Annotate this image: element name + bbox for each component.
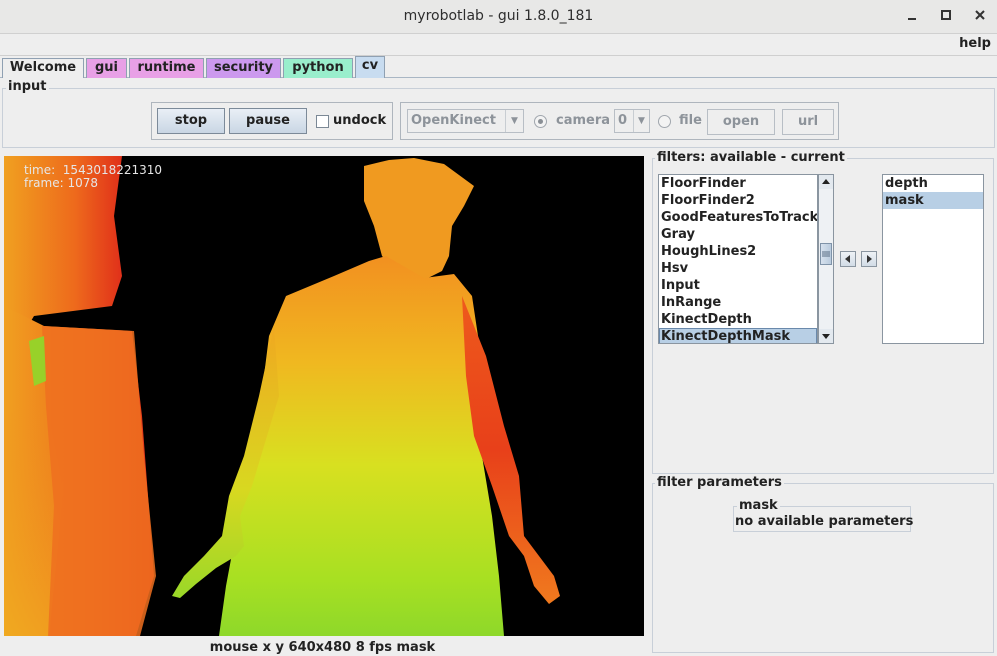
current-filters-list[interactable]: depth mask bbox=[882, 174, 984, 344]
tab-gui[interactable]: gui bbox=[86, 58, 127, 78]
file-radio[interactable] bbox=[658, 115, 671, 128]
current-filter-item[interactable]: mask bbox=[883, 192, 983, 209]
tab-welcome[interactable]: Welcome bbox=[2, 58, 84, 78]
time-value: 1543018221310 bbox=[62, 163, 163, 177]
available-filter-item[interactable]: InRange bbox=[659, 294, 817, 311]
mask-parameters-title: mask bbox=[737, 498, 780, 513]
tab-strip: Welcome gui runtime security python cv bbox=[0, 56, 997, 78]
menu-bar: help bbox=[0, 34, 997, 56]
no-parameters-message: no available parameters bbox=[735, 514, 914, 529]
pause-button[interactable]: pause bbox=[229, 108, 307, 134]
stop-button[interactable]: stop bbox=[157, 108, 225, 134]
tab-security[interactable]: security bbox=[206, 58, 281, 78]
scroll-up-button[interactable] bbox=[819, 175, 833, 189]
close-button[interactable] bbox=[970, 7, 990, 27]
camera-index-select[interactable]: 0 ▼ bbox=[614, 109, 650, 133]
available-filter-item[interactable]: Gray bbox=[659, 226, 817, 243]
available-filter-item[interactable]: HoughLines2 bbox=[659, 243, 817, 260]
chevron-down-icon bbox=[822, 334, 830, 339]
available-filter-item[interactable]: KinectDepth bbox=[659, 311, 817, 328]
undock-checkbox[interactable] bbox=[316, 115, 329, 128]
available-filters-scrollbar[interactable] bbox=[818, 174, 834, 344]
filters-panel-title: filters: available - current bbox=[655, 150, 847, 165]
status-bar: mouse x y 640x480 8 fps mask bbox=[209, 640, 436, 655]
depth-image bbox=[4, 156, 560, 636]
maximize-button[interactable] bbox=[936, 7, 956, 27]
camera-index-value: 0 bbox=[618, 113, 628, 128]
close-icon bbox=[975, 10, 985, 20]
available-filters-list[interactable]: FloorFinder FloorFinder2 GoodFeaturesToTra… bbox=[658, 174, 818, 344]
undock-label: undock bbox=[333, 113, 387, 128]
chevron-up-icon bbox=[822, 179, 830, 184]
help-menu[interactable]: help bbox=[959, 36, 991, 51]
camera-label: camera bbox=[556, 113, 611, 128]
filter-parameters-title: filter parameters bbox=[655, 475, 784, 490]
video-overlay: time: 1543018221310 frame: 1078 bbox=[24, 164, 162, 190]
current-filter-item[interactable]: depth bbox=[883, 175, 983, 192]
maximize-icon bbox=[941, 10, 951, 20]
open-button[interactable]: open bbox=[707, 109, 775, 135]
chevron-down-icon: ▼ bbox=[505, 110, 523, 132]
grabber-select[interactable]: OpenKinect ▼ bbox=[407, 109, 524, 133]
arrow-right-icon bbox=[867, 255, 872, 263]
frame-value: 1078 bbox=[67, 176, 99, 190]
frame-readout: frame: 1078 bbox=[24, 177, 162, 190]
window-title: myrobotlab - gui 1.8.0_181 bbox=[403, 8, 594, 24]
remove-filter-button[interactable] bbox=[840, 251, 856, 267]
url-button[interactable]: url bbox=[782, 109, 834, 135]
tab-python[interactable]: python bbox=[283, 58, 353, 78]
available-filter-item[interactable]: GoodFeaturesToTrack bbox=[659, 209, 817, 226]
minimize-icon bbox=[908, 18, 916, 20]
available-filter-item[interactable]: Input bbox=[659, 277, 817, 294]
add-filter-button[interactable] bbox=[861, 251, 877, 267]
available-filter-item[interactable]: FloorFinder bbox=[659, 175, 817, 192]
video-display[interactable]: time: 1543018221310 frame: 1078 bbox=[4, 156, 644, 636]
scroll-down-button[interactable] bbox=[819, 329, 833, 343]
file-label: file bbox=[679, 113, 702, 128]
tab-cv[interactable]: cv bbox=[355, 56, 385, 78]
input-panel-title: input bbox=[6, 79, 49, 94]
camera-radio[interactable] bbox=[534, 115, 547, 128]
arrow-left-icon bbox=[845, 255, 850, 263]
available-filter-item[interactable]: FloorFinder2 bbox=[659, 192, 817, 209]
grabber-value: OpenKinect bbox=[411, 113, 496, 128]
time-label: time: bbox=[24, 163, 56, 177]
scroll-thumb[interactable] bbox=[820, 243, 832, 265]
available-filter-item[interactable]: Hsv bbox=[659, 260, 817, 277]
grip-icon bbox=[822, 251, 830, 257]
tab-runtime[interactable]: runtime bbox=[129, 58, 204, 78]
chevron-down-icon: ▼ bbox=[633, 110, 649, 132]
title-bar: myrobotlab - gui 1.8.0_181 bbox=[0, 0, 997, 34]
minimize-button[interactable] bbox=[902, 7, 922, 27]
available-filter-item[interactable]: KinectDepthMask bbox=[659, 328, 817, 343]
frame-label: frame: bbox=[24, 176, 64, 190]
